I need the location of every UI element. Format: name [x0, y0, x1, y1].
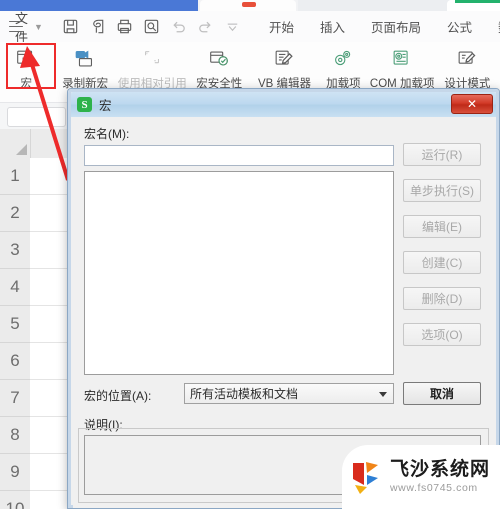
macro-location-select[interactable]: 所有活动模板和文档 — [184, 383, 394, 404]
customize-quick-access-icon[interactable] — [223, 17, 242, 37]
row-header-cell[interactable]: 10 — [0, 491, 30, 509]
com-addins-icon — [390, 46, 414, 72]
row-header-cell[interactable]: 8 — [0, 417, 30, 454]
chevron-down-icon — [379, 392, 387, 397]
vb-editor-icon — [272, 46, 296, 72]
row-header-cell[interactable]: 6 — [0, 343, 30, 380]
export-pdf-icon[interactable] — [88, 17, 107, 37]
dialog-title-bar[interactable]: S 宏 ✕ — [71, 92, 496, 117]
tab-start[interactable]: 开始 — [256, 17, 307, 36]
macro-location-label: 宏的位置(A): — [84, 389, 152, 403]
dialog-title: 宏 — [99, 99, 112, 113]
window-tab-second[interactable] — [200, 0, 296, 11]
tab-page-layout[interactable]: 页面布局 — [358, 17, 434, 36]
row-header-cell[interactable]: 5 — [0, 306, 30, 343]
macro-icon — [14, 46, 38, 72]
print-preview-icon[interactable] — [142, 17, 161, 37]
watermark-logo-icon — [353, 462, 378, 494]
ribbon-button-macro[interactable]: 宏 — [0, 42, 53, 91]
macro-security-icon — [207, 46, 231, 72]
save-icon[interactable] — [61, 17, 80, 37]
watermark-text: 飞沙系统网 www.fs0745.com — [390, 460, 490, 494]
window-tab-active[interactable] — [0, 0, 198, 11]
macro-name-input[interactable] — [84, 145, 394, 166]
create-button: 创建(C) — [403, 251, 481, 274]
tab-formula[interactable]: 公式 — [434, 17, 485, 36]
ribbon-button-macro-security[interactable]: 宏安全性 — [187, 42, 252, 91]
row-header-cell[interactable]: 4 — [0, 269, 30, 306]
macro-list-box[interactable] — [84, 171, 394, 375]
step-into-button: 单步执行(S) — [403, 179, 481, 202]
undo-icon[interactable] — [169, 17, 188, 37]
edit-button: 编辑(E) — [403, 215, 481, 238]
svg-text:”: ” — [154, 60, 156, 67]
svg-text:“: “ — [146, 52, 148, 59]
row-headers: 1 2 3 4 5 6 7 8 9 10 — [0, 158, 31, 509]
ribbon-button-com-addins[interactable]: COM 加载项 — [370, 42, 435, 91]
tab-insert[interactable]: 插入 — [307, 17, 358, 36]
window-tab-strip — [0, 0, 500, 11]
ribbon-button-addins[interactable]: 加载项 — [317, 42, 370, 91]
ribbon-button-vb-editor[interactable]: VB 编辑器 — [252, 42, 317, 91]
delete-button: 删除(D) — [403, 287, 481, 310]
ribbon-button-design-mode[interactable]: 设计模式 — [435, 42, 500, 91]
wps-spreadsheet-window: 文件 ▼ 开始 插入 页面布局 公式 宏 录制新宏 “ ” 使用相对引用 宏安全… — [0, 0, 500, 509]
row-header-cell[interactable]: 2 — [0, 195, 30, 232]
tab-data[interactable]: 数据 — [485, 17, 500, 36]
options-button: 选项(O) — [403, 323, 481, 346]
name-box[interactable] — [7, 107, 66, 127]
row-header-cell[interactable]: 1 — [0, 158, 30, 195]
macro-name-label: 宏名(M): — [84, 127, 130, 141]
cancel-button[interactable]: 取消 — [403, 382, 481, 405]
row-header-cell[interactable]: 3 — [0, 232, 30, 269]
row-header-cell[interactable]: 9 — [0, 454, 30, 491]
window-tab-new[interactable] — [447, 0, 500, 11]
ribbon-button-relative-reference: “ ” 使用相对引用 — [118, 42, 187, 91]
menu-bar: 文件 ▼ 开始 插入 页面布局 公式 — [0, 11, 500, 45]
design-mode-icon — [455, 46, 479, 72]
watermark-url: www.fs0745.com — [390, 481, 478, 494]
row-header-cell[interactable]: 7 — [0, 380, 30, 417]
select-all-corner[interactable] — [0, 129, 31, 159]
tab-sheet-icon — [455, 0, 500, 3]
macro-location-value: 所有活动模板和文档 — [190, 387, 299, 401]
relative-reference-icon: “ ” — [140, 46, 164, 72]
run-button: 运行(R) — [403, 143, 481, 166]
watermark: 飞沙系统网 www.fs0745.com — [342, 445, 500, 509]
wps-spreadsheet-icon: S — [77, 97, 92, 112]
addins-icon — [331, 46, 355, 72]
ribbon-tabs: 开始 插入 页面布局 公式 数据 — [256, 17, 500, 36]
chevron-down-icon[interactable]: ▼ — [34, 22, 43, 32]
select-all-triangle-icon — [16, 144, 27, 155]
close-icon[interactable]: ✕ — [451, 94, 493, 114]
ribbon-button-macro-label: 宏 — [20, 78, 33, 90]
redo-icon[interactable] — [196, 17, 215, 37]
watermark-title: 飞沙系统网 — [390, 459, 491, 481]
ribbon-button-record-macro[interactable]: 录制新宏 — [53, 42, 118, 91]
record-macro-icon — [73, 46, 97, 72]
print-icon[interactable] — [115, 17, 134, 37]
tab-doc-icon — [242, 2, 256, 7]
